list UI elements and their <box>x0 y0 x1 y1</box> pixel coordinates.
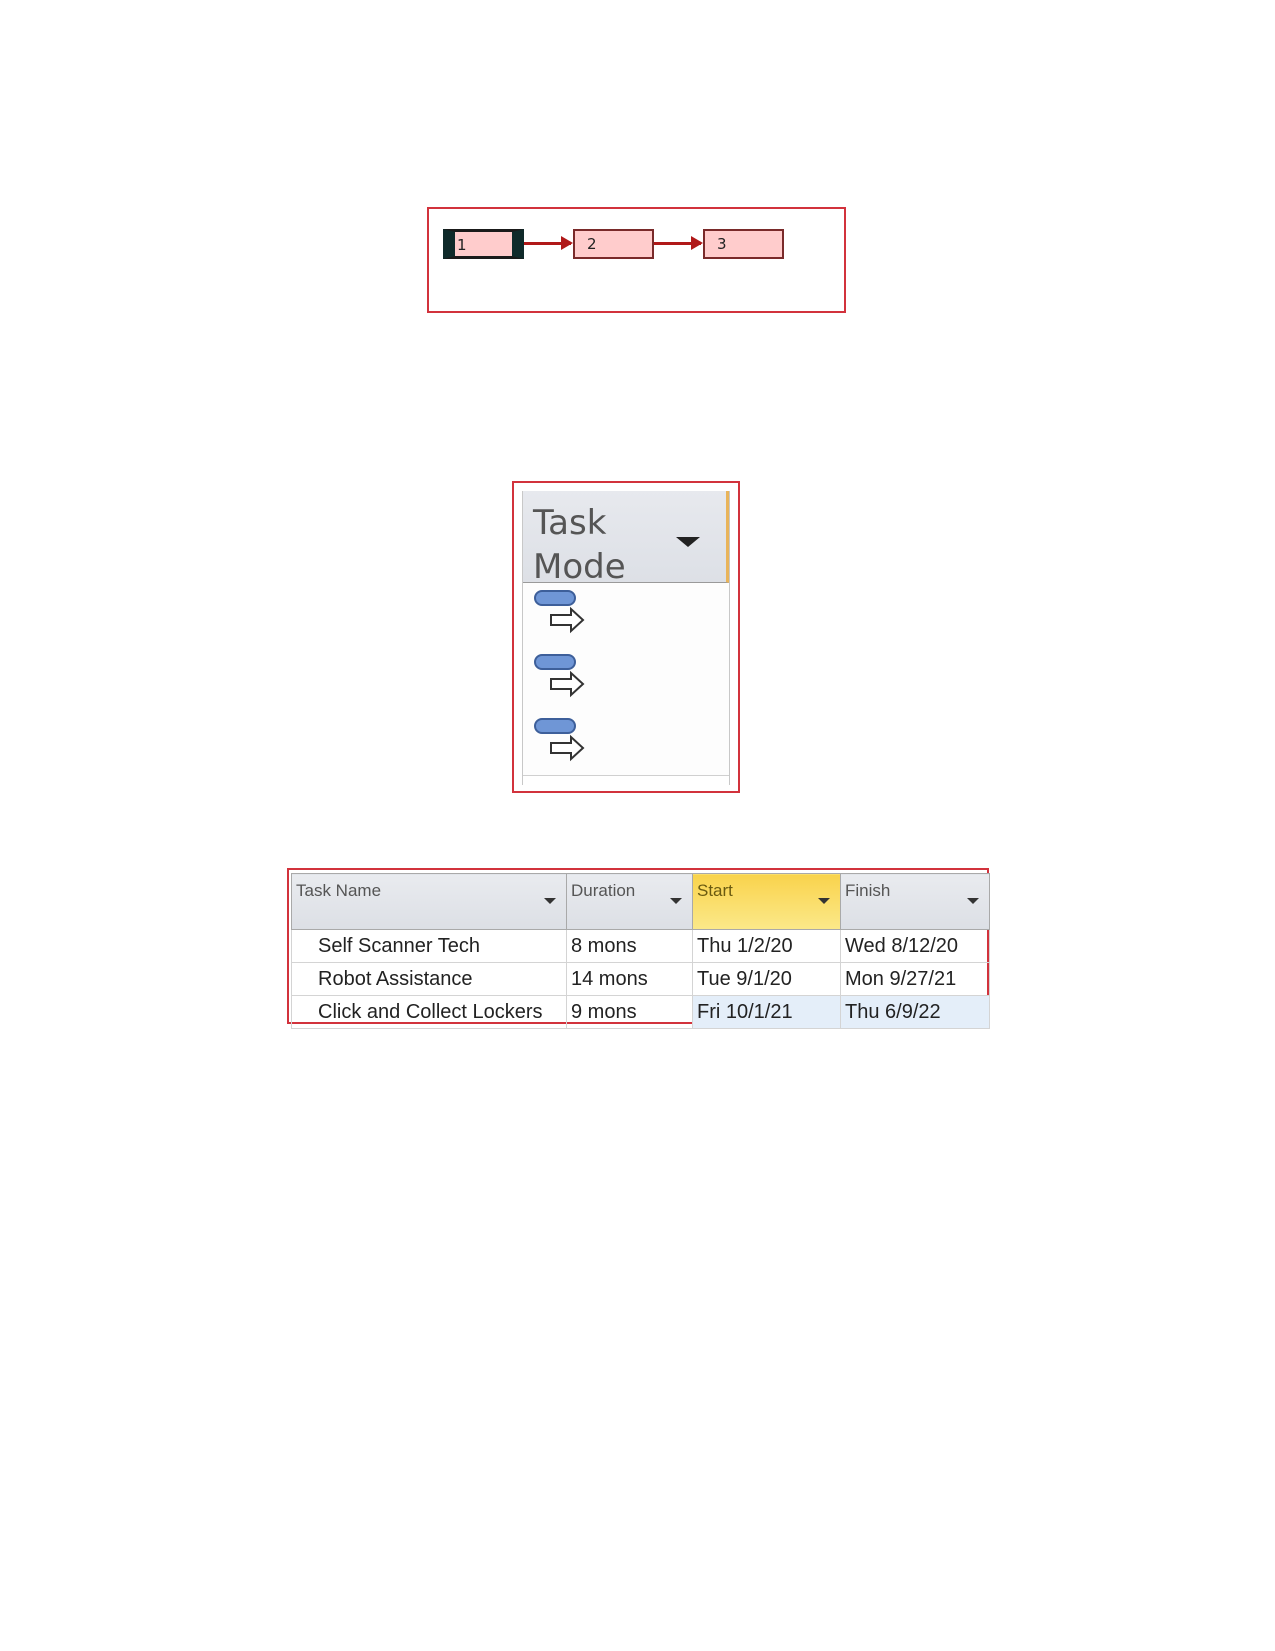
task-mode-column: Task Mode <box>512 481 740 793</box>
finish-cell[interactable]: Thu 6/9/22 <box>840 995 990 1029</box>
finish-cell[interactable]: Mon 9/27/21 <box>840 962 990 996</box>
auto-scheduled-task-icon <box>534 590 585 634</box>
auto-scheduled-task-icon <box>534 718 585 762</box>
task-name-cell[interactable]: Self Scanner Tech <box>291 929 567 963</box>
network-diagram: 1 2 3 <box>427 207 846 313</box>
finish-cell[interactable]: Wed 8/12/20 <box>840 929 990 963</box>
task-mode-row[interactable] <box>523 711 729 776</box>
table-row[interactable]: Robot Assistance 14 mons Tue 9/1/20 Mon … <box>291 962 990 996</box>
column-header-finish[interactable]: Finish <box>840 873 990 930</box>
column-header-start[interactable]: Start <box>692 873 841 930</box>
chevron-down-icon[interactable] <box>670 898 682 904</box>
table-row[interactable]: Click and Collect Lockers 9 mons Fri 10/… <box>291 995 990 1029</box>
node-label: 2 <box>587 235 597 253</box>
task-name-cell[interactable]: Click and Collect Lockers <box>291 995 567 1029</box>
task-mode-header-label: Task Mode <box>533 503 626 587</box>
table-row[interactable]: Self Scanner Tech 8 mons Thu 1/2/20 Wed … <box>291 929 990 963</box>
auto-scheduled-task-icon <box>534 654 585 698</box>
chevron-down-icon[interactable] <box>967 898 979 904</box>
node-label: 1 <box>457 236 467 254</box>
task-node-2[interactable]: 2 <box>573 229 654 259</box>
duration-cell[interactable]: 8 mons <box>566 929 693 963</box>
task-name-cell[interactable]: Robot Assistance <box>291 962 567 996</box>
chevron-down-icon[interactable] <box>676 537 700 547</box>
duration-cell[interactable]: 9 mons <box>566 995 693 1029</box>
dependency-arrow-1-2 <box>524 236 573 250</box>
dependency-arrow-2-3 <box>654 236 703 250</box>
node-label: 3 <box>717 235 727 253</box>
start-cell[interactable]: Fri 10/1/21 <box>692 995 841 1029</box>
start-cell[interactable]: Thu 1/2/20 <box>692 929 841 963</box>
task-node-1[interactable]: 1 <box>443 229 524 259</box>
column-header-task-name[interactable]: Task Name <box>291 873 567 930</box>
chevron-down-icon[interactable] <box>818 898 830 904</box>
start-cell[interactable]: Tue 9/1/20 <box>692 962 841 996</box>
chevron-down-icon[interactable] <box>544 898 556 904</box>
task-table: Task Name Duration Start Finish Self Sca… <box>287 868 990 1029</box>
column-header-duration[interactable]: Duration <box>566 873 693 930</box>
task-node-3[interactable]: 3 <box>703 229 784 259</box>
task-mode-row[interactable] <box>523 583 729 648</box>
duration-cell[interactable]: 14 mons <box>566 962 693 996</box>
task-mode-row[interactable] <box>523 647 729 712</box>
task-mode-header[interactable]: Task Mode <box>523 491 729 587</box>
